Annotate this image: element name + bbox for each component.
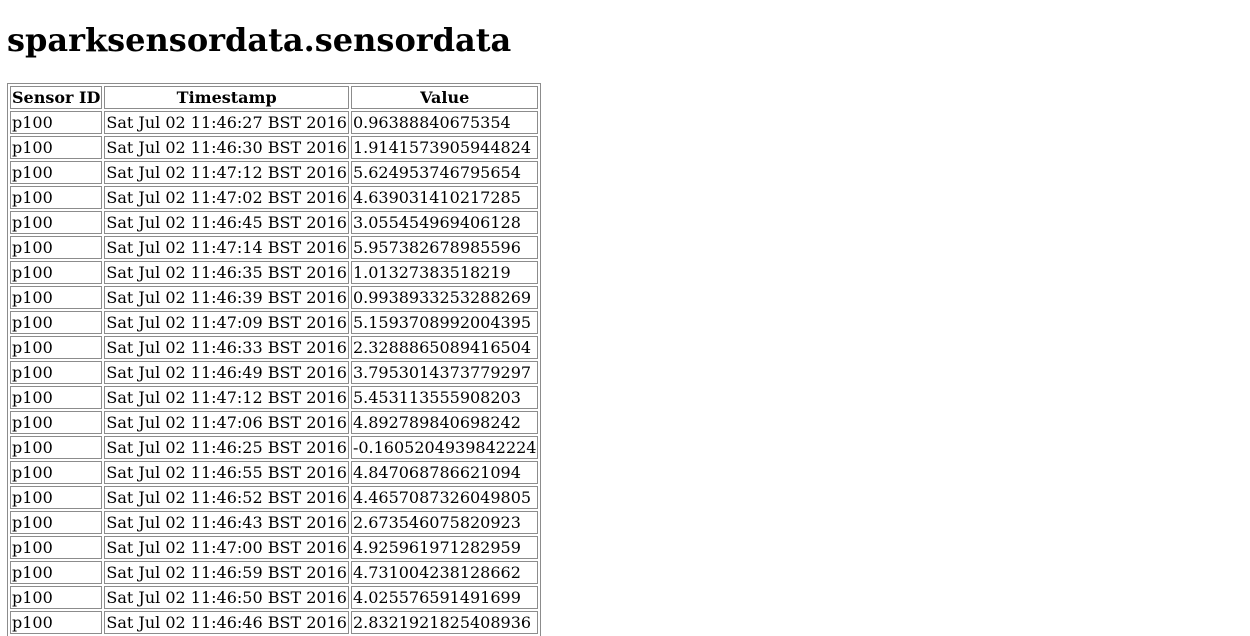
cell-value: 4.847068786621094 — [350, 461, 539, 484]
cell-value: 2.3288865089416504 — [350, 336, 539, 359]
cell-value: 2.8321921825408936 — [350, 611, 539, 634]
page-container: sparksensordata.sensordata Sensor ID Tim… — [0, 18, 1250, 636]
table-row: p100 Sat Jul 02 11:46:49 BST 2016 3.7953… — [10, 361, 539, 384]
cell-value: -0.1605204939842224 — [350, 436, 539, 459]
cell-timestamp: Sat Jul 02 11:47:00 BST 2016 — [104, 536, 349, 559]
cell-timestamp: Sat Jul 02 11:47:09 BST 2016 — [104, 311, 349, 334]
table-header-row: Sensor ID Timestamp Value — [10, 86, 539, 109]
table-row: p100 Sat Jul 02 11:47:09 BST 2016 5.1593… — [10, 311, 539, 334]
cell-timestamp: Sat Jul 02 11:46:50 BST 2016 — [104, 586, 349, 609]
cell-sensor-id: p100 — [10, 211, 103, 234]
cell-value: 4.731004238128662 — [350, 561, 539, 584]
table-row: p100 Sat Jul 02 11:46:35 BST 2016 1.0132… — [10, 261, 539, 284]
cell-sensor-id: p100 — [10, 186, 103, 209]
cell-timestamp: Sat Jul 02 11:46:35 BST 2016 — [104, 261, 349, 284]
cell-value: 1.9141573905944824 — [350, 136, 539, 159]
cell-sensor-id: p100 — [10, 361, 103, 384]
table-row: p100 Sat Jul 02 11:47:00 BST 2016 4.9259… — [10, 536, 539, 559]
cell-sensor-id: p100 — [10, 236, 103, 259]
cell-value: 4.639031410217285 — [350, 186, 539, 209]
cell-timestamp: Sat Jul 02 11:47:12 BST 2016 — [104, 386, 349, 409]
cell-sensor-id: p100 — [10, 511, 103, 534]
cell-sensor-id: p100 — [10, 486, 103, 509]
table-row: p100 Sat Jul 02 11:46:39 BST 2016 0.9938… — [10, 286, 539, 309]
cell-timestamp: Sat Jul 02 11:46:33 BST 2016 — [104, 336, 349, 359]
cell-sensor-id: p100 — [10, 261, 103, 284]
table-row: p100 Sat Jul 02 11:46:59 BST 2016 4.7310… — [10, 561, 539, 584]
cell-timestamp: Sat Jul 02 11:46:59 BST 2016 — [104, 561, 349, 584]
cell-value: 0.9938933253288269 — [350, 286, 539, 309]
cell-timestamp: Sat Jul 02 11:46:55 BST 2016 — [104, 461, 349, 484]
table-row: p100 Sat Jul 02 11:46:33 BST 2016 2.3288… — [10, 336, 539, 359]
cell-value: 4.025576591491699 — [350, 586, 539, 609]
cell-sensor-id: p100 — [10, 111, 103, 134]
cell-value: 2.673546075820923 — [350, 511, 539, 534]
table-row: p100 Sat Jul 02 11:47:06 BST 2016 4.8927… — [10, 411, 539, 434]
cell-sensor-id: p100 — [10, 586, 103, 609]
page-title: sparksensordata.sensordata — [7, 21, 512, 59]
cell-sensor-id: p100 — [10, 436, 103, 459]
cell-timestamp: Sat Jul 02 11:46:52 BST 2016 — [104, 486, 349, 509]
cell-value: 3.055454969406128 — [350, 211, 539, 234]
cell-value: 5.453113555908203 — [350, 386, 539, 409]
table-row: p100 Sat Jul 02 11:46:45 BST 2016 3.0554… — [10, 211, 539, 234]
table-body: p100 Sat Jul 02 11:46:27 BST 2016 0.9638… — [10, 111, 539, 634]
cell-value: 4.4657087326049805 — [350, 486, 539, 509]
cell-sensor-id: p100 — [10, 536, 103, 559]
cell-sensor-id: p100 — [10, 136, 103, 159]
cell-sensor-id: p100 — [10, 386, 103, 409]
table-row: p100 Sat Jul 02 11:47:14 BST 2016 5.9573… — [10, 236, 539, 259]
cell-sensor-id: p100 — [10, 611, 103, 634]
cell-value: 0.96388840675354 — [350, 111, 539, 134]
sensor-data-table: Sensor ID Timestamp Value p100 Sat Jul 0… — [7, 83, 542, 636]
cell-sensor-id: p100 — [10, 336, 103, 359]
cell-timestamp: Sat Jul 02 11:47:02 BST 2016 — [104, 186, 349, 209]
table-row: p100 Sat Jul 02 11:46:30 BST 2016 1.9141… — [10, 136, 539, 159]
cell-value: 3.7953014373779297 — [350, 361, 539, 384]
cell-timestamp: Sat Jul 02 11:46:27 BST 2016 — [104, 111, 349, 134]
cell-timestamp: Sat Jul 02 11:46:39 BST 2016 — [104, 286, 349, 309]
table-row: p100 Sat Jul 02 11:46:27 BST 2016 0.9638… — [10, 111, 539, 134]
cell-timestamp: Sat Jul 02 11:46:49 BST 2016 — [104, 361, 349, 384]
cell-sensor-id: p100 — [10, 161, 103, 184]
cell-value: 4.925961971282959 — [350, 536, 539, 559]
cell-timestamp: Sat Jul 02 11:47:06 BST 2016 — [104, 411, 349, 434]
cell-value: 5.1593708992004395 — [350, 311, 539, 334]
cell-timestamp: Sat Jul 02 11:46:46 BST 2016 — [104, 611, 349, 634]
table-header: Sensor ID Timestamp Value — [10, 86, 539, 109]
table-row: p100 Sat Jul 02 11:47:02 BST 2016 4.6390… — [10, 186, 539, 209]
cell-timestamp: Sat Jul 02 11:46:45 BST 2016 — [104, 211, 349, 234]
cell-sensor-id: p100 — [10, 286, 103, 309]
cell-timestamp: Sat Jul 02 11:46:30 BST 2016 — [104, 136, 349, 159]
cell-timestamp: Sat Jul 02 11:46:25 BST 2016 — [104, 436, 349, 459]
cell-timestamp: Sat Jul 02 11:47:14 BST 2016 — [104, 236, 349, 259]
table-row: p100 Sat Jul 02 11:47:12 BST 2016 5.6249… — [10, 161, 539, 184]
column-header-value: Value — [350, 86, 539, 109]
table-row: p100 Sat Jul 02 11:46:25 BST 2016 -0.160… — [10, 436, 539, 459]
column-header-sensor-id: Sensor ID — [10, 86, 103, 109]
cell-value: 4.892789840698242 — [350, 411, 539, 434]
table-row: p100 Sat Jul 02 11:46:50 BST 2016 4.0255… — [10, 586, 539, 609]
table-row: p100 Sat Jul 02 11:46:46 BST 2016 2.8321… — [10, 611, 539, 634]
cell-sensor-id: p100 — [10, 461, 103, 484]
cell-sensor-id: p100 — [10, 561, 103, 584]
cell-value: 5.624953746795654 — [350, 161, 539, 184]
cell-sensor-id: p100 — [10, 411, 103, 434]
cell-sensor-id: p100 — [10, 311, 103, 334]
column-header-timestamp: Timestamp — [104, 86, 349, 109]
table-row: p100 Sat Jul 02 11:46:43 BST 2016 2.6735… — [10, 511, 539, 534]
table-row: p100 Sat Jul 02 11:46:55 BST 2016 4.8470… — [10, 461, 539, 484]
cell-value: 5.957382678985596 — [350, 236, 539, 259]
cell-timestamp: Sat Jul 02 11:46:43 BST 2016 — [104, 511, 349, 534]
table-row: p100 Sat Jul 02 11:47:12 BST 2016 5.4531… — [10, 386, 539, 409]
table-row: p100 Sat Jul 02 11:46:52 BST 2016 4.4657… — [10, 486, 539, 509]
cell-value: 1.01327383518219 — [350, 261, 539, 284]
cell-timestamp: Sat Jul 02 11:47:12 BST 2016 — [104, 161, 349, 184]
